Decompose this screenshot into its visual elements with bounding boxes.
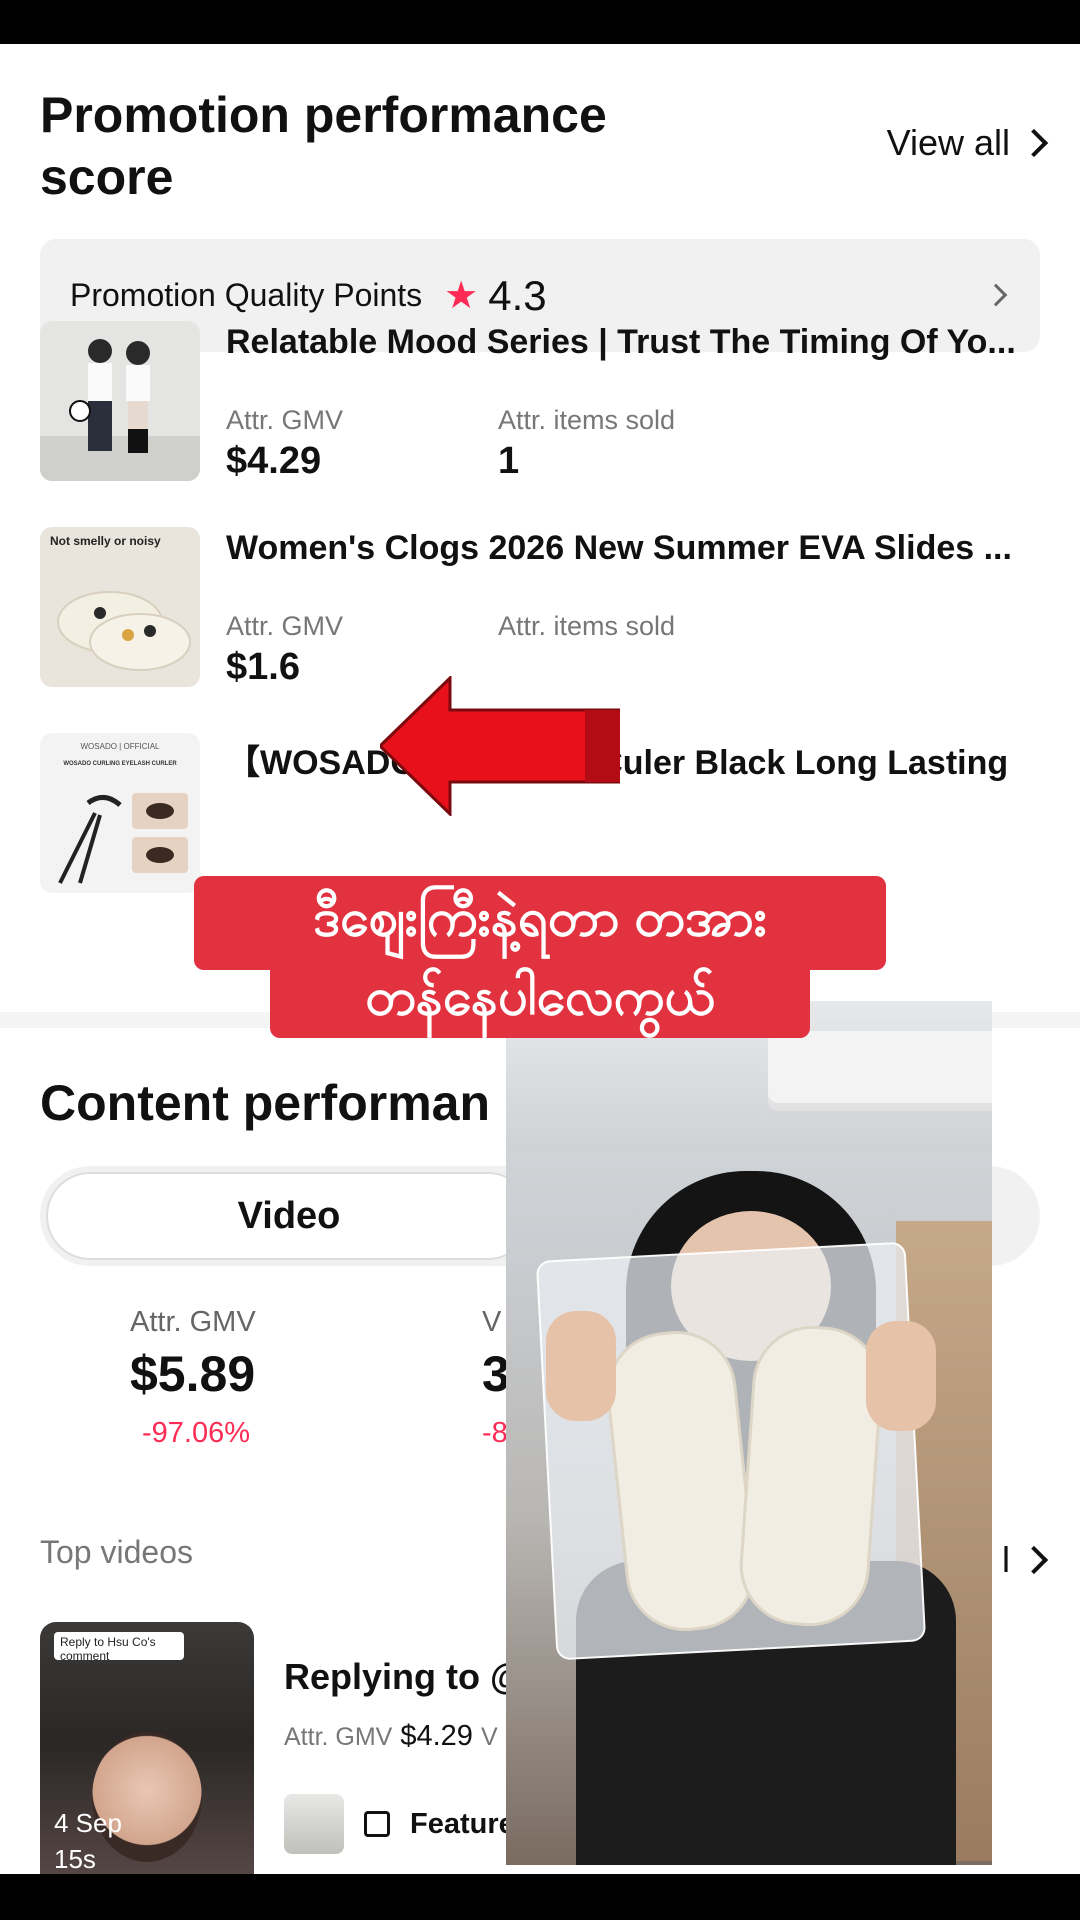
thumb-brand: WOSADO | OFFICIAL (81, 742, 161, 751)
top-videos-label: Top videos (40, 1534, 193, 1570)
video-gmv: Attr. GMV $4.29 V (284, 1720, 498, 1753)
gmv-summary-value: $5.89 (130, 1346, 256, 1402)
view-all-label: l (1002, 1539, 1010, 1580)
person-hand (546, 1311, 616, 1421)
tab-video[interactable]: Video (46, 1172, 532, 1260)
items-sold-metric: Attr. items sold (498, 611, 675, 646)
video-thumbnail-person (92, 1732, 202, 1862)
content-performance-title: Content performan (40, 1075, 490, 1131)
items-sold-label: Attr. items sold (498, 405, 676, 435)
video-featured-product[interactable]: Featured (284, 1794, 532, 1854)
chevron-right-icon (984, 283, 1008, 307)
thumb-brand-sub: WOSADO CURLING EYELASH CURLER (63, 761, 177, 767)
featured-product-thumbnail (284, 1794, 344, 1854)
video-gmv-value: $4.29 (400, 1720, 473, 1752)
chevron-right-icon (1019, 1545, 1049, 1575)
product-row[interactable]: Not smelly or noisy Women's Clogs 2026 N… (40, 527, 1040, 691)
product-title: Relatable Mood Series | Trust The Timing… (226, 323, 1016, 361)
items-sold-label: Attr. items sold (498, 611, 676, 641)
quality-points-score: 4.3 (488, 271, 547, 319)
product-title: 【WOSADO】 Eyelash Culer Black Long Lastin… (226, 744, 1009, 782)
thumb-caption: Not smelly or noisy (50, 534, 161, 548)
gmv-label: Attr. GMV (226, 405, 344, 435)
bottom-bar (0, 1874, 1080, 1920)
video-title[interactable]: Replying to @ (284, 1656, 525, 1698)
gmv-label: Attr. GMV (226, 611, 344, 641)
product-thumbnail: Not smelly or noisy (40, 527, 200, 687)
red-arrow-icon (380, 676, 620, 816)
caption-line-2: တန်နေပါလေကွယ် (270, 966, 810, 1038)
product-row[interactable]: Relatable Mood Series | Trust The Timing… (40, 321, 1040, 485)
chevron-right-icon (1019, 128, 1049, 158)
gmv-metric: Attr. GMV $4.29 (226, 405, 343, 483)
person-hand (866, 1321, 936, 1431)
star-icon: ★ (444, 274, 479, 317)
product-thumbnail (40, 321, 200, 481)
video-duration: 15s (54, 1844, 96, 1874)
view-all-label: View all (886, 122, 1010, 163)
overlay-video (506, 1001, 992, 1865)
air-conditioner (768, 1031, 992, 1111)
gmv-value: $1.6 (226, 646, 300, 688)
view-all-link[interactable]: View all (886, 122, 1049, 164)
status-bar (0, 0, 1080, 44)
video-gmv-label: Attr. GMV (284, 1723, 393, 1751)
clog-shoe (735, 1321, 887, 1631)
video-date: 4 Sep (54, 1808, 122, 1838)
product-title: Women's Clogs 2026 New Summer EVA Slides… (226, 529, 1012, 567)
gmv-summary-label: Attr. GMV (130, 1306, 256, 1338)
gmv-summary: Attr. GMV $5.89 -97.06% (130, 1306, 256, 1450)
product-thumbnail: WOSADO | OFFICIAL WOSADO CURLING EYELASH… (40, 733, 200, 893)
gmv-value: $4.29 (226, 440, 322, 482)
gmv-metric: Attr. GMV $1.6 (226, 611, 343, 689)
quality-points-label: Promotion Quality Points (70, 277, 423, 313)
shopping-bag-icon (364, 1811, 390, 1837)
top-videos-view-all[interactable]: l (1002, 1539, 1049, 1581)
items-sold-metric: Attr. items sold 1 (498, 405, 675, 483)
reply-tag: Reply to Hsu Co's comment (54, 1632, 184, 1663)
section-title: Promotion performance score (40, 87, 607, 205)
video-thumbnail[interactable]: Reply to Hsu Co's comment 4 Sep 15s (40, 1622, 254, 1874)
items-sold-value: 1 (498, 440, 520, 482)
gmv-summary-change: -97.06% (142, 1417, 251, 1449)
video-views-label: V (480, 1723, 498, 1751)
caption-line-1: ဒီဈေးကြီးနဲ့ရတာ တအား (194, 876, 886, 970)
